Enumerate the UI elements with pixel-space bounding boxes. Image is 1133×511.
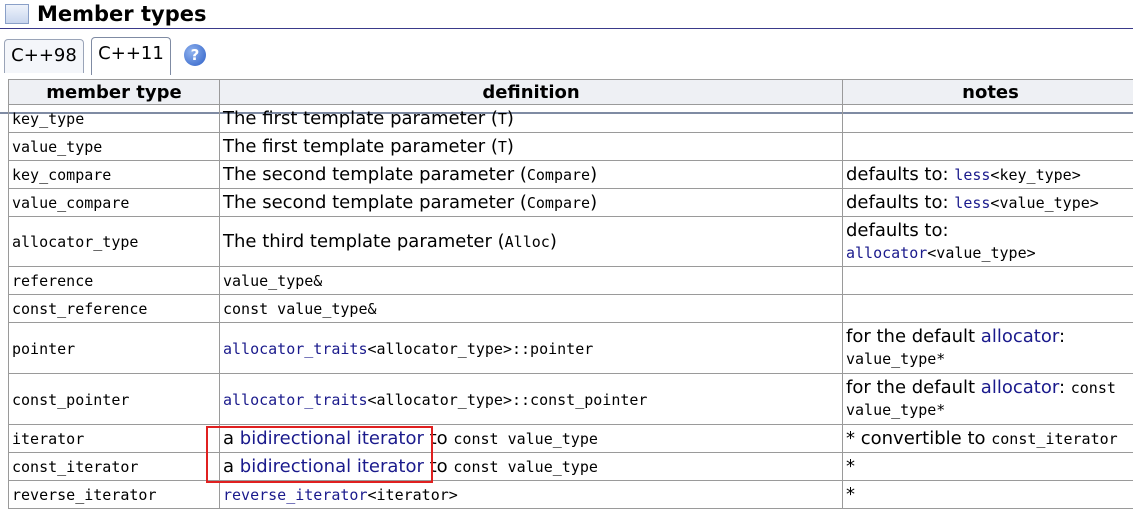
member-type-cell: reference	[8, 266, 220, 295]
version-tabs: C++98 C++11 ?	[0, 37, 1133, 114]
allocator-link[interactable]: allocator	[846, 244, 927, 262]
allocator-link[interactable]: allocator	[981, 326, 1059, 347]
section-icon	[5, 4, 29, 24]
definition-cell: a bidirectional iterator to const value_…	[219, 424, 843, 453]
notes-cell	[842, 294, 1133, 323]
table-row: key_compare The second template paramete…	[8, 160, 1133, 189]
help-icon[interactable]: ?	[184, 44, 206, 66]
definition-cell: a bidirectional iterator to const value_…	[219, 452, 843, 481]
tab-cpp11[interactable]: C++11	[91, 37, 171, 75]
notes-cell	[842, 266, 1133, 295]
definition-cell: value_type&	[219, 266, 843, 295]
notes-cell: for the default allocator: const value_ty…	[842, 373, 1133, 425]
allocator-traits-link[interactable]: allocator_traits	[223, 340, 368, 358]
member-type-cell: allocator_type	[8, 216, 220, 267]
member-type-cell: const_reference	[8, 294, 220, 323]
definition-cell: The second template parameter (Compare)	[219, 160, 843, 189]
table-header-row: member type definition notes	[8, 79, 1133, 105]
member-type-cell: key_type	[8, 104, 220, 133]
table-row: allocator_type The third template parame…	[8, 216, 1133, 267]
section-title: Member types	[37, 2, 207, 26]
column-header-member-type: member type	[8, 79, 220, 105]
section-header: Member types	[0, 0, 1133, 30]
member-type-cell: iterator	[8, 424, 220, 453]
member-type-cell: reverse_iterator	[8, 480, 220, 509]
less-link[interactable]: less	[954, 166, 990, 184]
definition-cell: The second template parameter (Compare)	[219, 188, 843, 217]
table-row: reference value_type&	[8, 266, 1133, 295]
notes-cell: *	[842, 480, 1133, 509]
definition-cell: allocator_traits<allocator_type>::const_…	[219, 373, 843, 425]
table-row: reverse_iterator reverse_iterator<iterat…	[8, 480, 1133, 509]
reverse-iterator-link[interactable]: reverse_iterator	[223, 486, 368, 504]
notes-cell	[842, 104, 1133, 133]
table-row: const_reference const value_type&	[8, 294, 1133, 323]
member-type-cell: const_pointer	[8, 373, 220, 425]
column-header-definition: definition	[219, 79, 843, 105]
notes-cell: defaults to: allocator<value_type>	[842, 216, 1133, 267]
notes-cell	[842, 132, 1133, 161]
allocator-traits-link[interactable]: allocator_traits	[223, 391, 368, 409]
header-divider	[0, 28, 1133, 29]
table-row: const_pointer allocator_traits<allocator…	[8, 373, 1133, 425]
definition-cell: The first template parameter (T)	[219, 104, 843, 133]
definition-cell: reverse_iterator<iterator>	[219, 480, 843, 509]
notes-cell: defaults to: less<value_type>	[842, 188, 1133, 217]
member-type-cell: key_compare	[8, 160, 220, 189]
member-type-cell: const_iterator	[8, 452, 220, 481]
table-row: key_type The first template parameter (T…	[8, 104, 1133, 133]
notes-cell: * convertible to const_iterator	[842, 424, 1133, 453]
member-type-cell: pointer	[8, 322, 220, 374]
definition-cell: The first template parameter (T)	[219, 132, 843, 161]
table-row: value_type The first template parameter …	[8, 132, 1133, 161]
notes-cell: for the default allocator: value_type*	[842, 322, 1133, 374]
definition-cell: The third template parameter (Alloc)	[219, 216, 843, 267]
less-link[interactable]: less	[954, 194, 990, 212]
bidirectional-iterator-link[interactable]: bidirectional iterator	[240, 428, 424, 449]
definition-cell: allocator_traits<allocator_type>::pointe…	[219, 322, 843, 374]
notes-cell: defaults to: less<key_type>	[842, 160, 1133, 189]
notes-cell: *	[842, 452, 1133, 481]
tab-cpp98[interactable]: C++98	[4, 39, 84, 73]
bidirectional-iterator-link[interactable]: bidirectional iterator	[240, 456, 424, 477]
column-header-notes: notes	[842, 79, 1133, 105]
table-row: const_iterator a bidirectional iterator …	[8, 452, 1133, 481]
table-row: pointer allocator_traits<allocator_type>…	[8, 322, 1133, 374]
definition-cell: const value_type&	[219, 294, 843, 323]
member-type-cell: value_compare	[8, 188, 220, 217]
member-type-cell: value_type	[8, 132, 220, 161]
table-row: iterator a bidirectional iterator to con…	[8, 424, 1133, 453]
table-row: value_compare The second template parame…	[8, 188, 1133, 217]
member-types-table: member type definition notes key_type Th…	[8, 79, 1133, 509]
allocator-link[interactable]: allocator	[981, 377, 1059, 398]
